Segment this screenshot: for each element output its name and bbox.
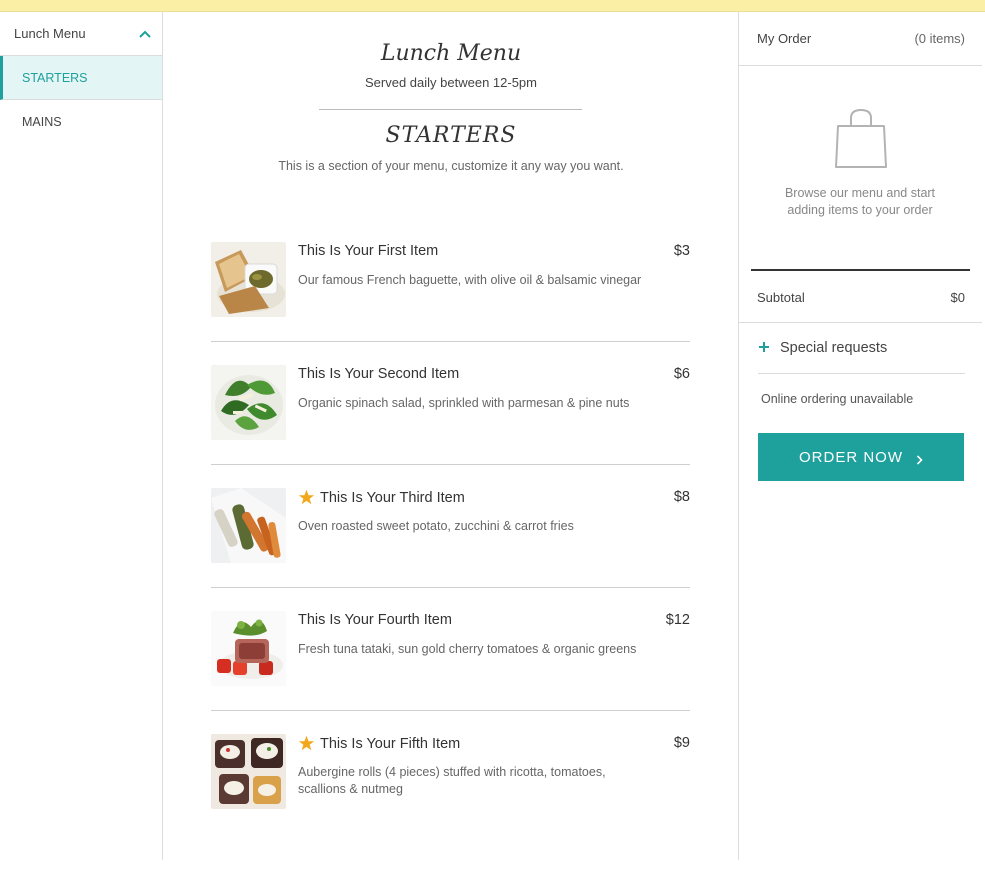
menu-selector-label: Lunch Menu xyxy=(14,26,86,41)
item-description: Aubergine rolls (4 pieces) stuffed with … xyxy=(298,765,606,796)
item-photo xyxy=(211,365,286,440)
menu-item[interactable]: This Is Your Fourth Item $12 Fresh tuna … xyxy=(211,588,690,711)
item-description: Oven roasted sweet potato, zucchini & ca… xyxy=(298,519,574,533)
special-requests-toggle[interactable]: Special requests xyxy=(758,323,965,374)
star-icon xyxy=(298,489,316,506)
item-name: This Is Your Third Item xyxy=(298,489,465,506)
menu-item[interactable]: This Is Your Fifth Item $9 Aubergine rol… xyxy=(211,711,690,834)
order-header: My Order (0 items) xyxy=(739,12,982,66)
section-description: This is a section of your menu, customiz… xyxy=(278,159,624,173)
item-price: $3 xyxy=(673,243,690,259)
subtotal-label: Subtotal xyxy=(757,289,805,305)
menu-item[interactable]: This Is Your Third Item $8 Oven roasted … xyxy=(211,465,690,588)
sidebar-item-label: STARTERS xyxy=(22,70,88,85)
shopping-bag-icon xyxy=(833,108,889,170)
item-name-text: This Is Your Fifth Item xyxy=(320,735,461,752)
sidebar-item-starters[interactable]: STARTERS xyxy=(0,56,162,100)
menu-item[interactable]: This Is Your First Item $3 Our famous Fr… xyxy=(211,219,690,342)
order-now-button[interactable]: ORDER NOW xyxy=(758,433,964,481)
order-title: My Order xyxy=(757,31,812,46)
sidebar-item-mains[interactable]: MAINS xyxy=(0,100,162,143)
item-name: This Is Your Fifth Item xyxy=(298,735,460,752)
subtotal-row: Subtotal $0 xyxy=(739,272,982,323)
ordering-status: Online ordering unavailable xyxy=(761,392,914,406)
menu-title: Lunch Menu xyxy=(380,41,522,66)
menu-items-list: This Is Your First Item $3 Our famous Fr… xyxy=(211,219,690,834)
sidebar-item-label: MAINS xyxy=(22,114,62,129)
item-price: $12 xyxy=(665,612,690,628)
item-photo xyxy=(211,488,286,563)
item-name: This Is Your Second Item xyxy=(298,366,459,382)
title-divider xyxy=(319,109,582,110)
order-panel: My Order (0 items) Browse our menu and s… xyxy=(739,12,982,860)
item-photo xyxy=(211,242,286,317)
menu-sidebar: Lunch Menu STARTERS MAINS xyxy=(0,12,163,860)
item-price: $8 xyxy=(673,489,690,505)
item-description: Fresh tuna tataki, sun gold cherry tomat… xyxy=(298,642,637,656)
order-now-label: ORDER NOW xyxy=(799,448,903,466)
item-name: This Is Your First Item xyxy=(298,243,438,259)
item-price: $9 xyxy=(673,735,690,751)
chevron-up-icon xyxy=(138,27,152,41)
item-name-text: This Is Your First Item xyxy=(298,243,439,259)
menu-content: Lunch Menu Served daily between 12-5pm S… xyxy=(163,12,739,860)
item-photo xyxy=(211,734,286,809)
order-divider xyxy=(751,269,970,271)
plus-icon xyxy=(758,341,772,355)
star-icon xyxy=(298,735,316,752)
item-name-text: This Is Your Fourth Item xyxy=(298,612,452,628)
item-name-text: This Is Your Second Item xyxy=(298,366,460,382)
menu-subtitle: Served daily between 12-5pm xyxy=(365,75,537,90)
menu-selector[interactable]: Lunch Menu xyxy=(0,12,162,56)
top-banner xyxy=(0,0,985,12)
item-description: Organic spinach salad, sprinkled with pa… xyxy=(298,396,630,410)
subtotal-value: $0 xyxy=(950,289,965,305)
menu-item[interactable]: This Is Your Second Item $6 Organic spin… xyxy=(211,342,690,465)
item-name: This Is Your Fourth Item xyxy=(298,612,452,628)
item-description: Our famous French baguette, with olive o… xyxy=(298,273,642,287)
item-photo xyxy=(211,611,286,686)
chevron-right-icon xyxy=(915,452,923,465)
order-item-count: (0 items) xyxy=(914,31,965,46)
item-name-text: This Is Your Third Item xyxy=(320,489,465,506)
item-price: $6 xyxy=(673,366,690,382)
special-requests-label: Special requests xyxy=(780,340,888,356)
empty-order-message: Browse our menu and start adding items t… xyxy=(784,186,936,217)
section-title: STARTERS xyxy=(385,123,517,148)
